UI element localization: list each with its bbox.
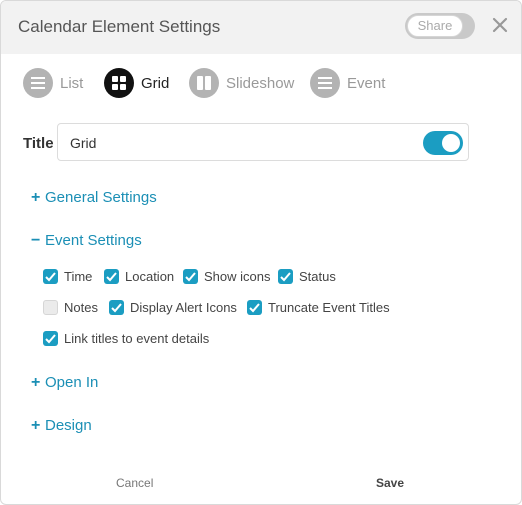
option-truncate-event-titles-label: Truncate Event Titles [268, 300, 390, 315]
option-truncate-event-titles[interactable]: Truncate Event Titles [247, 300, 390, 315]
tab-slideshow-label: Slideshow [226, 74, 295, 92]
share-toggle[interactable]: Share [405, 13, 475, 39]
checkbox-checked-icon[interactable] [278, 269, 293, 284]
option-display-alert-icons-label: Display Alert Icons [130, 300, 237, 315]
share-label: Share [407, 15, 463, 37]
option-time[interactable]: Time [43, 269, 92, 284]
option-link-titles[interactable]: Link titles to event details [43, 331, 209, 346]
option-show-icons[interactable]: Show icons [183, 269, 270, 284]
toggle-knob [442, 134, 460, 152]
option-notes[interactable]: Notes [43, 300, 98, 315]
title-field-label: Title [23, 135, 54, 152]
option-display-alert-icons[interactable]: Display Alert Icons [109, 300, 237, 315]
expand-icon: + [31, 189, 41, 206]
option-link-titles-label: Link titles to event details [64, 331, 210, 346]
cancel-button[interactable]: Cancel [116, 476, 153, 490]
tab-slideshow[interactable]: Slideshow [189, 67, 294, 99]
title-input-value[interactable]: Grid [70, 135, 96, 151]
checkbox-checked-icon[interactable] [109, 300, 124, 315]
tab-list[interactable]: List [23, 67, 83, 99]
section-design[interactable]: + Design [31, 417, 92, 435]
slideshow-icon [189, 68, 219, 98]
section-event-settings[interactable]: − Event Settings [31, 232, 142, 250]
dialog-header: Calendar Element Settings Share [1, 1, 521, 54]
title-input[interactable]: Grid [57, 123, 469, 161]
option-notes-label: Notes [64, 300, 98, 315]
collapse-icon: − [31, 232, 41, 249]
grid-icon [104, 68, 134, 98]
section-open-in[interactable]: + Open In [31, 374, 98, 392]
checkbox-checked-icon[interactable] [183, 269, 198, 284]
close-icon[interactable] [491, 13, 511, 37]
option-status-label: Status [299, 269, 336, 284]
tab-grid[interactable]: Grid [104, 67, 169, 99]
option-location-label: Location [125, 269, 175, 284]
tab-grid-label: Grid [141, 74, 170, 92]
option-show-icons-label: Show icons [204, 269, 271, 284]
checkbox-checked-icon[interactable] [43, 269, 58, 284]
event-list-icon [310, 68, 340, 98]
section-design-label: Design [45, 417, 92, 434]
tab-event[interactable]: Event [310, 67, 385, 99]
section-event-label: Event Settings [45, 232, 142, 249]
checkbox-checked-icon[interactable] [43, 331, 58, 346]
tab-event-label: Event [347, 74, 386, 92]
section-general-settings[interactable]: + General Settings [31, 189, 157, 207]
calendar-settings-dialog: Calendar Element Settings Share List Gri… [0, 0, 522, 505]
option-location[interactable]: Location [104, 269, 174, 284]
list-icon [23, 68, 53, 98]
title-visibility-toggle[interactable] [423, 131, 463, 155]
checkbox-checked-icon[interactable] [104, 269, 119, 284]
checkbox-unchecked-icon[interactable] [43, 300, 58, 315]
tab-list-label: List [60, 74, 84, 92]
option-status[interactable]: Status [278, 269, 336, 284]
section-general-label: General Settings [45, 189, 157, 206]
checkbox-checked-icon[interactable] [247, 300, 262, 315]
dialog-title: Calendar Element Settings [18, 17, 221, 36]
option-time-label: Time [64, 269, 93, 284]
section-open-in-label: Open In [45, 374, 99, 391]
expand-icon: + [31, 374, 41, 391]
expand-icon: + [31, 417, 41, 434]
save-button[interactable]: Save [376, 476, 404, 490]
